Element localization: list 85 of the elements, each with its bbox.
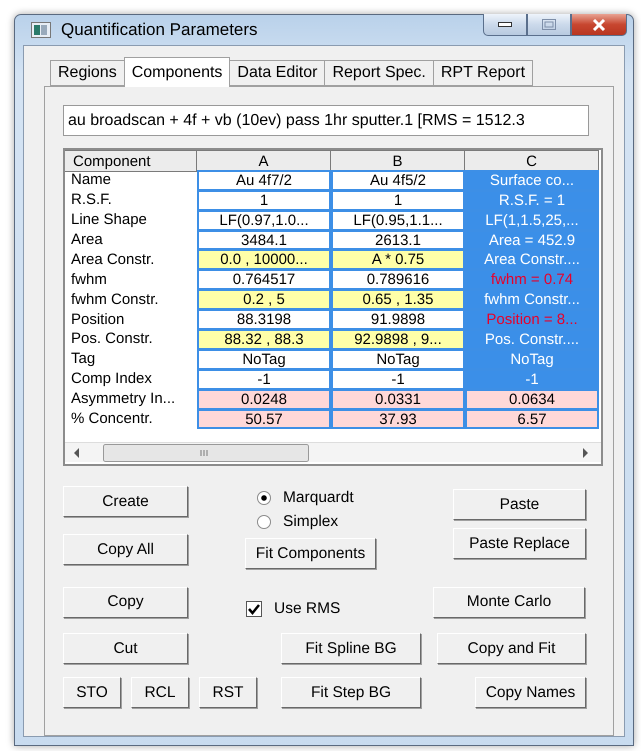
row-label: % Concentr. bbox=[70, 409, 154, 428]
table-cell[interactable]: 88.3198 bbox=[197, 309, 331, 330]
column-header[interactable]: A bbox=[197, 150, 331, 172]
close-button[interactable] bbox=[571, 14, 627, 36]
table-cell[interactable]: 50.57 bbox=[197, 408, 331, 430]
radio-label: Simplex bbox=[283, 513, 338, 531]
table-cell[interactable]: LF(0.95,1.1... bbox=[331, 210, 465, 231]
tab[interactable]: Components bbox=[124, 57, 230, 87]
row-label: R.S.F. bbox=[70, 190, 113, 210]
horizontal-scrollbar[interactable] bbox=[65, 442, 601, 462]
minimize-button[interactable] bbox=[483, 14, 527, 36]
row-label: Asymmetry In... bbox=[70, 389, 176, 409]
column-header: Component bbox=[65, 150, 197, 172]
table-cell[interactable]: 88.32 , 88.3 bbox=[197, 329, 331, 350]
table-cell[interactable]: -1 bbox=[197, 368, 331, 390]
checkbox-label: Use RMS bbox=[274, 600, 340, 618]
table-cell[interactable]: 0.789616 bbox=[331, 269, 465, 290]
table-cell[interactable]: 0.65 , 1.35 bbox=[331, 289, 465, 310]
table-cell[interactable]: NoTag bbox=[331, 348, 465, 370]
row-label: Tag bbox=[70, 349, 96, 369]
row-label: Pos. Constr. bbox=[70, 329, 154, 349]
copy-names-button[interactable]: Copy Names bbox=[475, 677, 586, 708]
maximize-button[interactable] bbox=[527, 14, 571, 36]
close-icon bbox=[592, 18, 606, 30]
row-label: Area Constr. bbox=[70, 250, 156, 270]
copy-all-button[interactable]: Copy All bbox=[63, 534, 188, 565]
rst-button[interactable]: RST bbox=[199, 677, 257, 708]
create-button[interactable]: Create bbox=[63, 486, 188, 517]
table-cell[interactable]: 92.9898 , 9... bbox=[331, 329, 465, 350]
table-cell[interactable]: 0.0 , 10000... bbox=[197, 249, 331, 270]
paste-button[interactable]: Paste bbox=[453, 489, 586, 520]
app-icon bbox=[31, 22, 51, 38]
monte-carlo-button[interactable]: Monte Carlo bbox=[433, 586, 585, 618]
table-cell[interactable]: 0.2 , 5 bbox=[197, 289, 331, 310]
window-title: Quantification Parameters bbox=[61, 20, 258, 40]
row-label: Name bbox=[70, 170, 112, 190]
table-cell[interactable]: A * 0.75 bbox=[331, 249, 465, 270]
row-label: Comp Index bbox=[70, 369, 153, 389]
table-cell[interactable]: 6.57 bbox=[465, 408, 599, 430]
use-rms-checkbox[interactable] bbox=[246, 601, 262, 617]
row-label: Area bbox=[70, 230, 104, 250]
table-cell[interactable]: 1 bbox=[331, 190, 465, 211]
row-label: fwhm bbox=[70, 270, 108, 290]
table-cell[interactable]: 3484.1 bbox=[197, 230, 331, 250]
copy-and-fit-button[interactable]: Copy and Fit bbox=[437, 633, 586, 664]
paste-replace-button[interactable]: Paste Replace bbox=[453, 528, 586, 559]
table-cell[interactable]: Au 4f5/2 bbox=[331, 170, 465, 191]
copy-button[interactable]: Copy bbox=[63, 586, 188, 618]
radio-button[interactable] bbox=[257, 491, 271, 505]
tab[interactable]: Regions bbox=[50, 60, 125, 86]
table-cell[interactable]: 0.0331 bbox=[331, 388, 465, 410]
table-cell[interactable]: 0.0248 bbox=[197, 388, 331, 410]
file-name-field[interactable]: au broadscan + 4f + vb (10ev) pass 1hr sputter.1 [RMS = 1512.3 bbox=[63, 105, 589, 136]
rcl-button[interactable]: RCL bbox=[131, 677, 189, 708]
tab[interactable]: Data Editor bbox=[229, 60, 326, 86]
maximize-icon bbox=[542, 19, 556, 30]
row-label: Position bbox=[70, 310, 126, 330]
fit-step-bg-button[interactable]: Fit Step BG bbox=[281, 677, 421, 708]
row-label: Line Shape bbox=[70, 210, 148, 230]
table-cell[interactable]: 37.93 bbox=[331, 408, 465, 430]
fit-spline-bg-button[interactable]: Fit Spline BG bbox=[281, 633, 421, 664]
row-label: fwhm Constr. bbox=[70, 290, 160, 310]
radio-button[interactable] bbox=[257, 515, 271, 529]
table-cell[interactable]: 91.9898 bbox=[331, 309, 465, 330]
minimize-icon bbox=[498, 22, 512, 28]
table-cell[interactable]: 1 bbox=[197, 190, 331, 211]
scroll-right-icon[interactable] bbox=[581, 448, 589, 458]
cut-button[interactable]: Cut bbox=[63, 633, 188, 664]
table-cell[interactable]: -1 bbox=[331, 368, 465, 390]
table-cell[interactable]: NoTag bbox=[197, 348, 331, 370]
column-header[interactable]: B bbox=[331, 150, 465, 172]
table-cell[interactable]: 2613.1 bbox=[331, 230, 465, 250]
table-cell[interactable]: Au 4f7/2 bbox=[197, 170, 331, 191]
column-header[interactable]: C bbox=[465, 150, 599, 172]
sto-button[interactable]: STO bbox=[63, 677, 121, 708]
table-cell[interactable]: 0.764517 bbox=[197, 269, 331, 290]
radio-label: Marquardt bbox=[283, 489, 354, 507]
scroll-thumb[interactable] bbox=[103, 444, 309, 462]
tab[interactable]: RPT Report bbox=[432, 60, 534, 86]
table-cell[interactable]: LF(0.97,1.0... bbox=[197, 210, 331, 231]
scroll-left-icon[interactable] bbox=[73, 448, 81, 458]
check-icon bbox=[248, 604, 260, 614]
table-cell[interactable]: 0.0634 bbox=[465, 388, 599, 410]
tab[interactable]: Report Spec. bbox=[324, 60, 434, 86]
fit-components-button[interactable]: Fit Components bbox=[245, 538, 376, 569]
